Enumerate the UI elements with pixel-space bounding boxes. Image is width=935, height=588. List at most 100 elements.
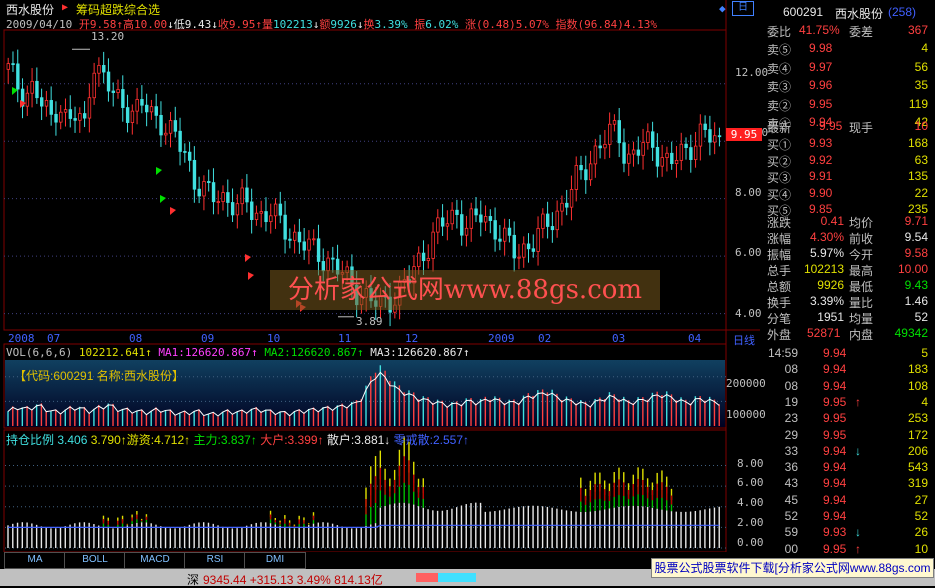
- tab-ma[interactable]: MA: [4, 552, 66, 569]
- bid-label: 买④: [767, 187, 792, 202]
- info-low-label: 低: [173, 18, 185, 31]
- candle-body: [460, 214, 464, 236]
- ask-volume: 56: [914, 59, 928, 74]
- candle-body: [135, 99, 139, 112]
- holding-title[interactable]: 持仓比例: [6, 433, 54, 447]
- tick-volume: 52: [914, 509, 928, 523]
- candle-body: [469, 208, 474, 229]
- tick-price: 9.93: [823, 525, 847, 540]
- waipan-value: 52871: [807, 326, 841, 340]
- info-high-label: 高: [122, 18, 134, 31]
- tab-boll[interactable]: BOLL: [64, 552, 126, 569]
- tick-volume: 108: [907, 378, 928, 393]
- info-turnover-label: 换: [363, 18, 375, 31]
- candle-body: [140, 99, 144, 106]
- tick-row: 08 9.94 183: [763, 361, 932, 377]
- vol-axis-tick: 100000: [726, 408, 766, 421]
- tab-rsi[interactable]: RSI: [184, 552, 246, 569]
- tick-time: 59: [784, 525, 798, 540]
- candle-body: [522, 243, 526, 258]
- stat-value: 1951: [817, 310, 844, 324]
- holding-sanhu: 散户:3.881: [326, 433, 385, 447]
- candle-body: [102, 65, 106, 73]
- date-tick: 04: [688, 332, 702, 345]
- candle-body: [331, 257, 335, 260]
- candle-body: [125, 107, 130, 123]
- candle-body: [97, 65, 101, 74]
- tick-volume: 5: [921, 346, 928, 360]
- candle-body: [445, 223, 450, 227]
- tick-price: 9.94: [823, 492, 847, 507]
- tab-macd[interactable]: MACD: [124, 552, 186, 569]
- candle-body: [202, 181, 206, 197]
- date-tick: 07: [47, 332, 61, 345]
- candle-body: [164, 132, 168, 136]
- info-amount: 9926: [330, 18, 357, 31]
- candle-body: [608, 123, 612, 145]
- holding-panel-frame: [3, 429, 727, 552]
- tick-time: 19: [784, 394, 798, 409]
- tick-time: 36: [784, 460, 798, 475]
- stat-row: 振幅 5.97% 今开 9.58: [763, 245, 932, 262]
- waipan-row: 外盘 52871 内盘 49342: [763, 325, 932, 342]
- candle-body: [627, 153, 631, 164]
- candle-body: [622, 142, 626, 164]
- candle-body: [440, 217, 445, 227]
- tick-time: 00: [784, 541, 798, 556]
- candle-body: [149, 106, 154, 113]
- tick-time: 08: [784, 378, 798, 393]
- candle-body: [665, 152, 669, 158]
- candle-body: [698, 123, 703, 147]
- info-amplitude-label: 振: [414, 18, 426, 31]
- ask-row: 卖⑤ 9.98 4: [763, 40, 932, 57]
- candle-body: [78, 113, 82, 121]
- candle-body: [474, 208, 478, 216]
- tick-direction-icon: ↓: [855, 443, 861, 458]
- tick-time: 14:59: [767, 346, 798, 360]
- candle-body: [30, 80, 34, 94]
- bid-row: 买④ 9.90 22: [763, 185, 932, 202]
- candle-body: [483, 216, 488, 223]
- candle-body: [302, 241, 306, 251]
- price-tick: 8.00: [735, 186, 762, 199]
- candle-body: [207, 181, 211, 183]
- high-marker-label: 13.20: [91, 30, 125, 43]
- candle-body: [713, 135, 717, 143]
- tick-time: 45: [784, 492, 798, 507]
- ask-row: 卖④ 9.97 56: [763, 59, 932, 76]
- bid-price: 9.91: [809, 169, 833, 184]
- candle-body: [54, 113, 58, 123]
- candle-body: [498, 238, 502, 242]
- candle-body: [550, 226, 555, 231]
- ask-volume: 119: [908, 96, 928, 111]
- candle-body: [240, 187, 244, 205]
- candle-body: [312, 238, 316, 241]
- period-day-button[interactable]: 日: [732, 1, 754, 16]
- ad-banner[interactable]: 股票公式股票软件下载[分析家公式网www.88gs.com: [651, 558, 934, 578]
- tab-dmi[interactable]: DMI: [244, 552, 306, 569]
- candle-body: [560, 202, 564, 212]
- vol-value: 102212.641: [78, 346, 146, 359]
- candle-body: [569, 189, 574, 208]
- stat-row: 涨幅 4.30% 前收 9.54: [763, 229, 932, 246]
- candle-body: [517, 256, 521, 259]
- tick-price: 9.94: [823, 378, 847, 393]
- candle-body: [684, 143, 688, 148]
- date-tick: 09: [201, 332, 215, 345]
- candle-body: [178, 130, 182, 152]
- tick-volume: 206: [907, 443, 928, 458]
- period-label[interactable]: 日线: [733, 332, 755, 348]
- ask-label: 卖②: [767, 98, 792, 113]
- candle-body: [187, 151, 192, 161]
- bid-volume: 135: [907, 169, 928, 184]
- waipan-label: 外盘: [767, 328, 792, 342]
- collapse-icon[interactable]: ◆: [719, 2, 726, 15]
- candle-body: [574, 165, 579, 190]
- stat-row: 涨跌 0.41 均价 9.71: [763, 213, 932, 230]
- stat-value: 9.71: [904, 214, 928, 228]
- vol-indicator-name[interactable]: VOL(6,6,6): [6, 346, 72, 359]
- candle-body: [679, 143, 684, 161]
- candle-body: [493, 220, 497, 240]
- date-tick: 02: [538, 332, 552, 345]
- candle-body: [708, 129, 712, 143]
